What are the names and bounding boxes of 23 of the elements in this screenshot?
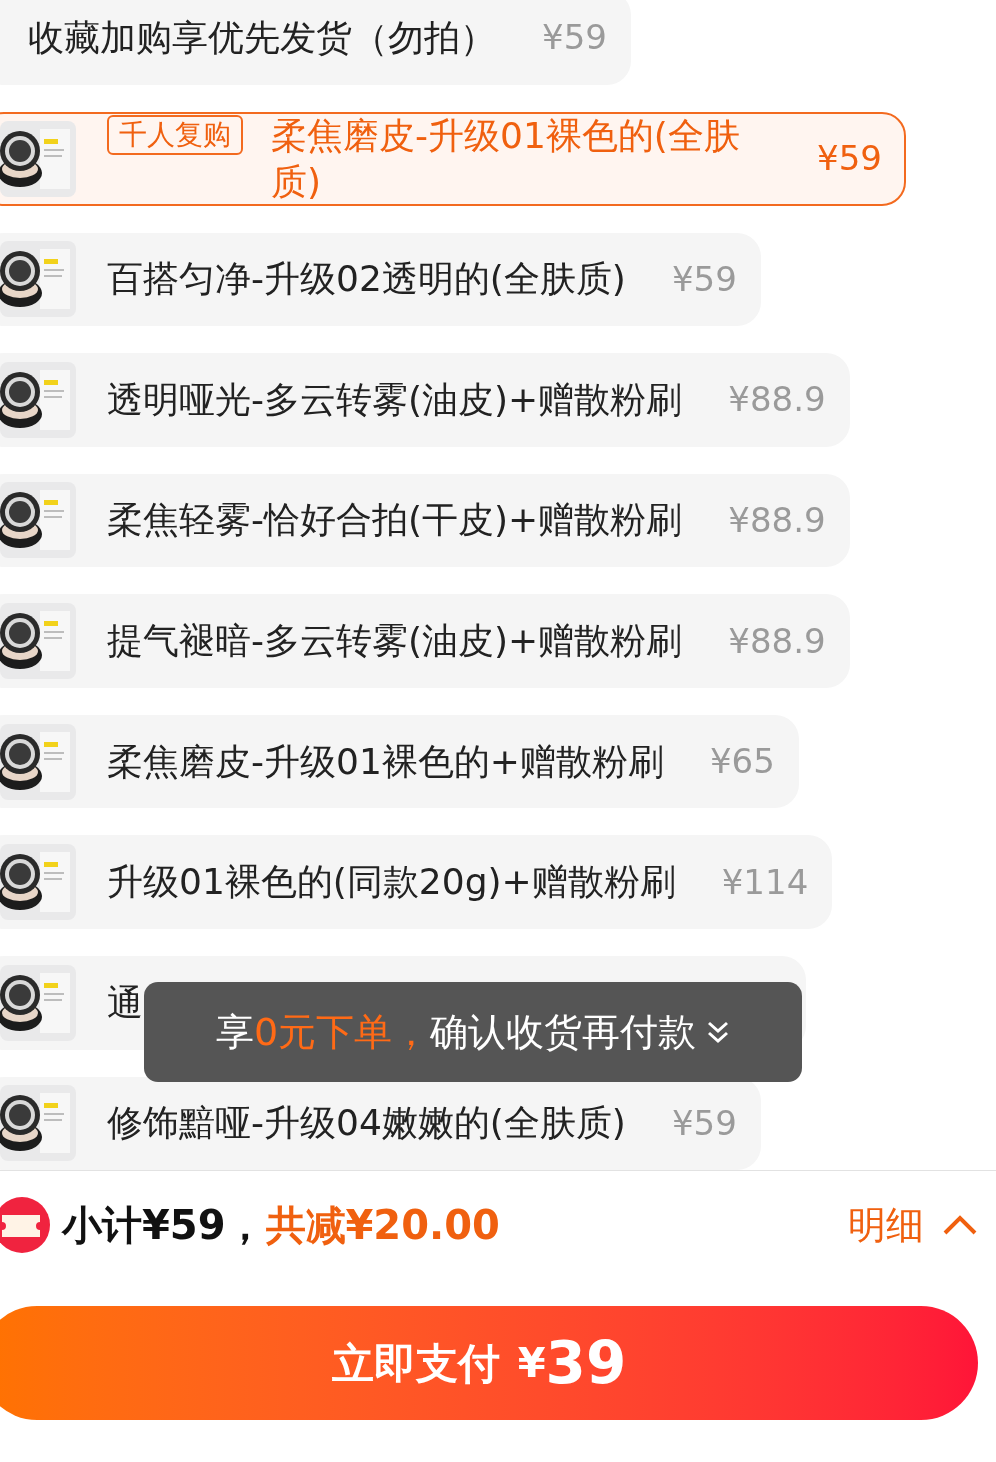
option-name: 修饰黯哑-升级04嫩嫩的(全肤质) — [107, 1101, 626, 1146]
option-name: 柔焦磨皮-升级01裸色的+赠散粉刷 — [107, 739, 664, 784]
option-name: 百搭匀净-升级02透明的(全肤质) — [107, 257, 626, 302]
option-price: ¥65 — [709, 740, 775, 784]
option-name: 收藏加购享优先发货（勿拍） — [28, 15, 496, 60]
option-name: 柔焦轻雾-恰好合拍(干皮)+赠散粉刷 — [107, 498, 683, 543]
option-price: ¥88.9 — [728, 498, 826, 542]
option-name: 柔焦磨皮-升级01裸色的(全肤质) — [271, 113, 741, 204]
option-name: 提气褪暗-多云转雾(油皮)+赠散粉刷 — [107, 619, 683, 664]
option-name: 升级01裸色的(同款20g)+赠散粉刷 — [107, 860, 676, 905]
option-price: ¥59 — [542, 16, 607, 60]
option-name: 透明哑光-多云转雾(油皮)+赠散粉刷 — [107, 377, 683, 422]
option-price: ¥59 — [817, 137, 882, 181]
discount-text: 共减¥20.00 — [265, 1201, 500, 1250]
option-price: ¥59 — [671, 257, 737, 301]
option-name: 通 — [107, 980, 143, 1025]
option-price: ¥114 — [721, 860, 809, 904]
option-price: ¥88.9 — [728, 619, 826, 663]
subtotal-text: 小计¥59， — [62, 1201, 266, 1250]
toast-text: 享0元下单，确认收货再付款 — [215, 1008, 697, 1056]
option-price: ¥59 — [671, 1101, 737, 1145]
option-price: ¥88.9 — [728, 378, 826, 422]
repurchase-tag: 千人复购 — [107, 114, 243, 155]
